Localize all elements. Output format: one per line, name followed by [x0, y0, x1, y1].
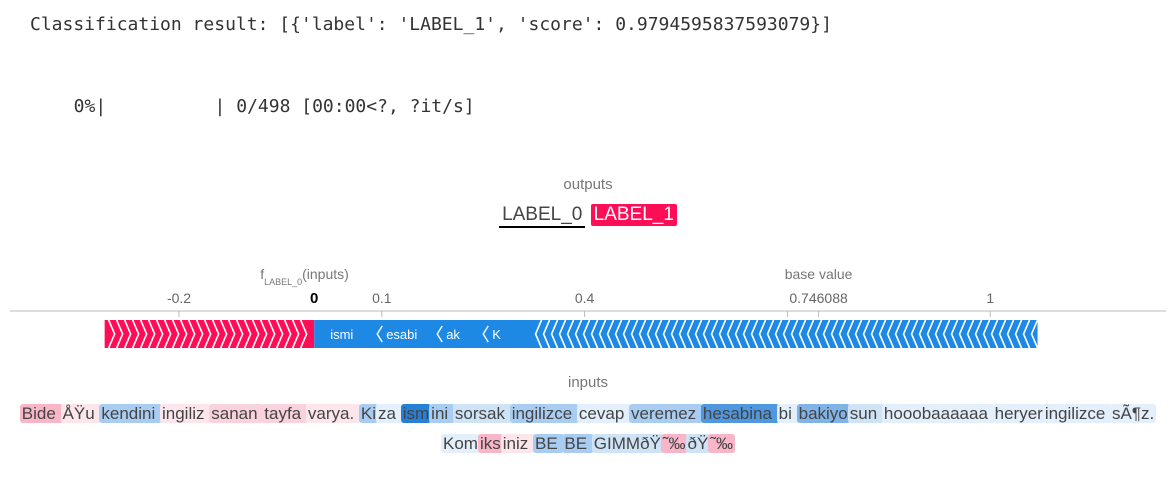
input-token[interactable]: heryer	[992, 404, 1045, 423]
base-value-number: 0.746088	[789, 290, 848, 306]
input-token[interactable]: varya.	[305, 404, 361, 423]
feature-label: K	[492, 327, 501, 342]
input-token[interactable]: sÃ¶z.	[1110, 404, 1157, 423]
feature-label: esabi	[386, 327, 417, 342]
input-token[interactable]: ini	[429, 404, 455, 423]
input-token[interactable]: hesabina	[700, 404, 779, 423]
output-value: 0	[310, 290, 318, 307]
input-token[interactable]: veremez	[629, 404, 703, 423]
input-token[interactable]: ism	[400, 404, 432, 423]
input-token[interactable]: BE	[532, 434, 565, 453]
input-token[interactable]: sun	[847, 404, 884, 423]
input-token[interactable]: cevap	[576, 404, 631, 423]
input-token[interactable]: ðŸ	[685, 434, 711, 453]
input-token[interactable]: Kom	[441, 434, 480, 453]
input-token[interactable]: sorsak	[452, 404, 512, 423]
feature-label: ak	[446, 327, 460, 342]
input-token[interactable]: kendini	[99, 404, 162, 423]
input-token[interactable]: hooobaaaaaa	[881, 404, 995, 423]
input-token[interactable]: ÅŸu	[60, 404, 102, 423]
tick-label: 0.1	[372, 290, 392, 306]
input-token[interactable]: GIMMðŸ	[591, 434, 663, 453]
input-token[interactable]: BE	[562, 434, 594, 453]
classification-result-text: Classification result: [{'label': 'LABEL…	[30, 14, 832, 35]
input-token[interactable]: bi	[776, 404, 799, 423]
input-token[interactable]: tayfa	[262, 404, 308, 423]
input-token[interactable]: iniz	[500, 434, 535, 453]
input-token[interactable]: sanan	[209, 404, 265, 423]
force-plot: -0.2 0.1 0.4 1 0.746088 base value 0 fLABEL_0(i…	[10, 266, 1166, 349]
progress-bar-text: 0%| | 0/498 [00:00<?, ?it/s]	[52, 96, 475, 117]
input-token[interactable]: ingilizce	[1042, 404, 1113, 423]
input-token[interactable]: Bide	[19, 404, 63, 423]
tick-label: -0.2	[167, 290, 191, 306]
feature-label: ismi	[330, 327, 353, 342]
input-token[interactable]: ˜‰	[708, 434, 735, 453]
f-inputs-label: fLABEL_0(inputs)	[260, 266, 349, 287]
base-value-label: base value	[785, 266, 853, 282]
tick-label: 0.4	[575, 290, 595, 306]
input-token[interactable]: ingilizce	[509, 404, 579, 423]
input-token-text: Bide ÅŸu kendini ingiliz sanan tayfa var…	[10, 399, 1166, 459]
tick-label: 1	[986, 290, 994, 306]
outputs-title: outputs	[563, 176, 613, 193]
input-token[interactable]: za	[376, 404, 403, 423]
output-label-0[interactable]: LABEL_0	[499, 204, 586, 228]
input-token[interactable]: ingiliz	[159, 404, 212, 423]
input-token[interactable]: iks	[477, 434, 503, 453]
input-token[interactable]: bakiyo	[796, 404, 850, 423]
output-label-1[interactable]: LABEL_1	[590, 204, 677, 226]
inputs-title: inputs	[567, 374, 609, 391]
input-token[interactable]: ˜‰	[660, 434, 688, 453]
output-label-selector: LABEL_0 LABEL_1	[0, 204, 1176, 228]
